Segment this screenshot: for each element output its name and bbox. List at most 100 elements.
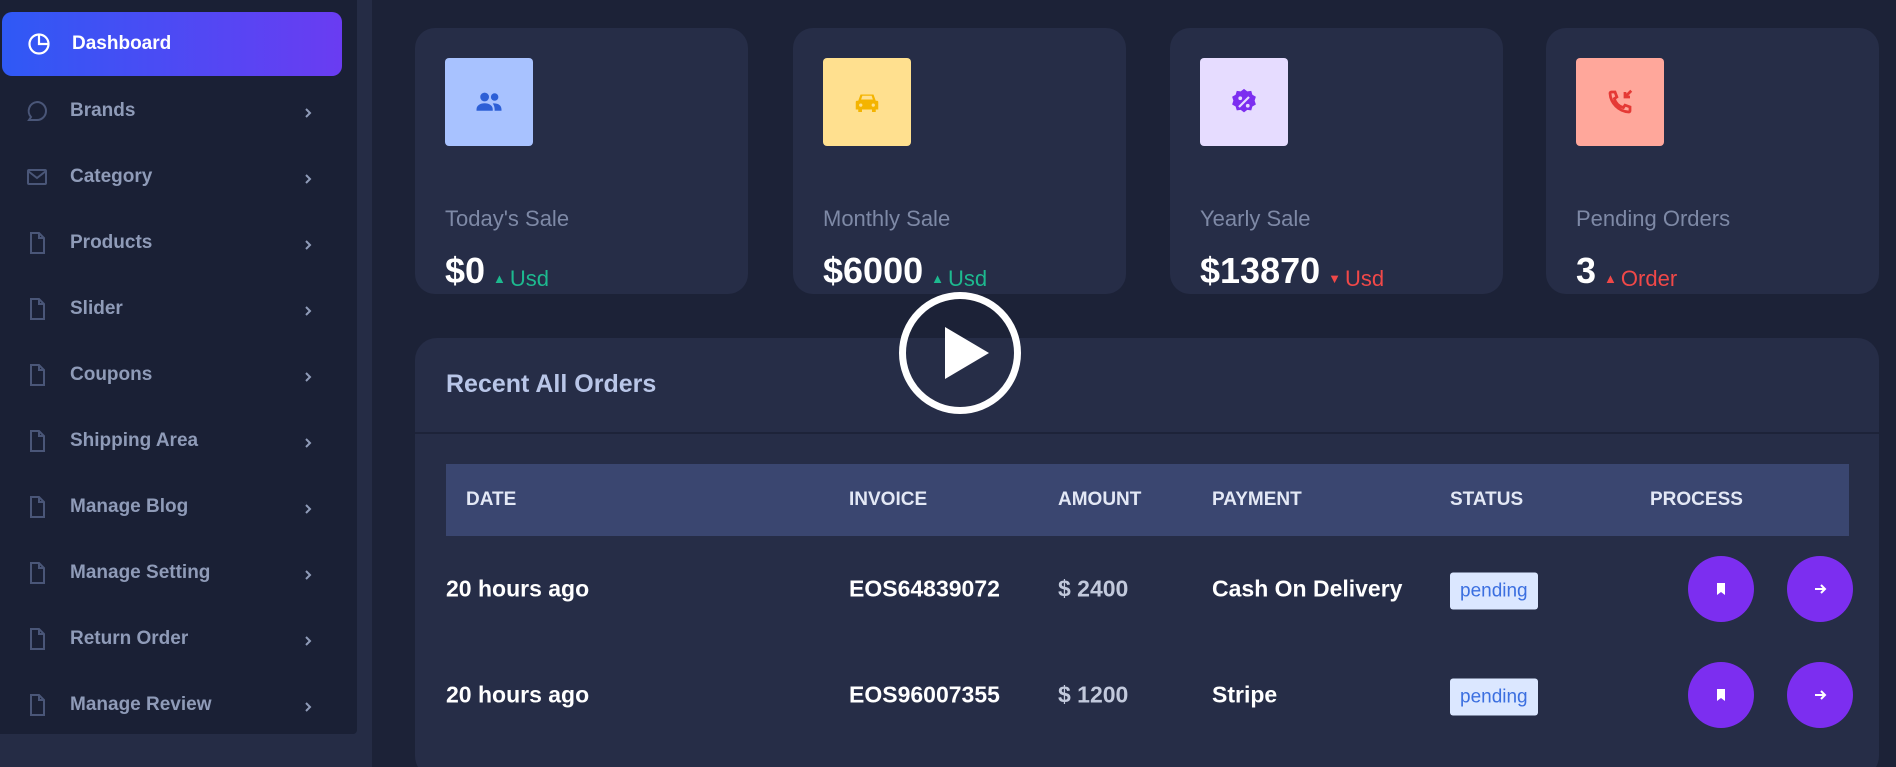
- sidebar-item-label: Products: [70, 232, 153, 253]
- sidebar-item-label: Slider: [70, 298, 123, 319]
- file-icon: [24, 494, 50, 520]
- divider: [415, 432, 1879, 434]
- file-icon: [24, 626, 50, 652]
- trend-indicator: ▲ Usd: [493, 266, 549, 292]
- sidebar-item-label: Manage Review: [70, 694, 212, 715]
- play-video-button[interactable]: [899, 292, 1021, 414]
- column-header-date: DATE: [466, 489, 517, 510]
- bookmark-icon: [1717, 689, 1725, 701]
- sidebar-item-manage-blog[interactable]: Manage Blog: [0, 474, 357, 540]
- sidebar-item-return-order[interactable]: Return Order: [0, 606, 357, 672]
- car-icon: [823, 58, 911, 146]
- file-icon: [24, 560, 50, 586]
- stat-value: $0: [445, 250, 486, 291]
- order-date: 20 hours ago: [446, 575, 590, 602]
- stat-value: $6000: [823, 250, 924, 291]
- sidebar-item-coupons[interactable]: Coupons: [0, 342, 357, 408]
- sidebar: Dashboard Brands Category Products Slide…: [0, 0, 357, 734]
- chevron-right-icon: [301, 434, 315, 448]
- sidebar-item-category[interactable]: Category: [0, 144, 357, 210]
- order-payment: Stripe: [1212, 681, 1278, 708]
- trend-unit: Usd: [947, 265, 988, 291]
- panel-title: Recent All Orders: [446, 370, 657, 398]
- chevron-right-icon: [301, 104, 315, 118]
- table-row: 20 hours ago EOS64839072 $ 2400 Cash On …: [446, 536, 1853, 642]
- sidebar-item-label: Category: [70, 166, 153, 187]
- stat-label: Today's Sale: [445, 206, 570, 231]
- table-header: DATE INVOICE AMOUNT PAYMENT STATUS PROCE…: [446, 464, 1849, 536]
- pie-chart-icon: [26, 31, 52, 57]
- trend-unit: Usd: [1345, 265, 1385, 291]
- chevron-right-icon: [301, 566, 315, 580]
- chevron-right-icon: [301, 632, 315, 646]
- chevron-right-icon: [301, 368, 315, 382]
- status-badge-cell: pending: [1450, 678, 1538, 716]
- stat-card-yearly-sale: Yearly Sale $13870 ▼ Usd: [1170, 28, 1503, 294]
- sidebar-item-label: Brands: [70, 100, 136, 121]
- sidebar-item-label: Return Order: [70, 628, 189, 649]
- status-badge: pending: [1450, 678, 1538, 716]
- column-header-payment: PAYMENT: [1212, 489, 1302, 510]
- stat-card-todays-sale: Today's Sale $0 ▲ Usd: [415, 28, 748, 294]
- stat-card-pending-orders: Pending Orders 3 ▲ Order: [1546, 28, 1879, 294]
- stat-label: Yearly Sale: [1200, 206, 1311, 231]
- column-header-invoice: INVOICE: [849, 489, 928, 510]
- sidebar-item-label: Coupons: [70, 364, 153, 385]
- file-icon: [24, 230, 50, 256]
- file-icon: [24, 428, 50, 454]
- trend-unit: Usd: [509, 265, 550, 291]
- chevron-right-icon: [301, 170, 315, 184]
- view-order-button[interactable]: [1688, 556, 1754, 622]
- chevron-right-icon: [301, 500, 315, 514]
- phone-incoming-icon: [1576, 58, 1664, 146]
- stat-value: $13870: [1200, 250, 1321, 291]
- users-icon: [445, 58, 533, 146]
- mail-icon: [24, 164, 50, 190]
- sidebar-item-manage-review[interactable]: Manage Review: [0, 672, 357, 738]
- process-order-button[interactable]: [1787, 556, 1853, 622]
- discount-icon: [1200, 58, 1288, 146]
- file-icon: [24, 362, 50, 388]
- arrow-right-icon: [1815, 690, 1827, 700]
- recent-orders-panel: Recent All Orders DATE INVOICE AMOUNT PA…: [415, 338, 1879, 767]
- status-badge: pending: [1450, 572, 1538, 610]
- stat-label: Pending Orders: [1576, 206, 1731, 231]
- order-invoice: EOS96007355: [849, 681, 1000, 708]
- file-icon: [24, 692, 50, 718]
- trend-indicator: ▲ Order: [1604, 266, 1677, 292]
- sidebar-item-label: Manage Blog: [70, 496, 189, 517]
- sidebar-item-slider[interactable]: Slider: [0, 276, 357, 342]
- trend-indicator: ▼ Usd: [1328, 266, 1384, 292]
- order-payment: Cash On Delivery: [1212, 575, 1403, 602]
- sidebar-item-manage-setting[interactable]: Manage Setting: [0, 540, 357, 606]
- chevron-right-icon: [301, 302, 315, 316]
- view-order-button[interactable]: [1688, 662, 1754, 728]
- chevron-right-icon: [301, 698, 315, 712]
- caret-down-icon: ▼: [1328, 271, 1342, 286]
- sidebar-item-label: Shipping Area: [70, 430, 199, 451]
- caret-up-icon: ▲: [493, 271, 506, 286]
- file-icon: [24, 296, 50, 322]
- status-badge-cell: pending: [1450, 572, 1538, 610]
- process-order-button[interactable]: [1787, 662, 1853, 728]
- column-header-status: STATUS: [1450, 489, 1524, 510]
- sidebar-item-products[interactable]: Products: [0, 210, 357, 276]
- order-amount: $ 2400: [1058, 575, 1129, 602]
- trend-unit: Order: [1620, 265, 1678, 291]
- caret-up-icon: ▲: [1604, 271, 1617, 286]
- table-row: 20 hours ago EOS96007355 $ 1200 Stripe p…: [446, 642, 1853, 748]
- play-icon: [945, 327, 989, 379]
- stat-label: Monthly Sale: [823, 206, 951, 231]
- chevron-right-icon: [301, 236, 315, 250]
- order-invoice: EOS64839072: [849, 575, 1000, 602]
- trend-indicator: ▲ Usd: [931, 266, 987, 292]
- sidebar-item-shipping-area[interactable]: Shipping Area: [0, 408, 357, 474]
- stat-card-monthly-sale: Monthly Sale $6000 ▲ Usd: [793, 28, 1126, 294]
- stat-value: 3: [1576, 250, 1597, 291]
- sidebar-item-label: Dashboard: [72, 33, 172, 54]
- sidebar-item-dashboard[interactable]: Dashboard: [2, 12, 342, 76]
- sidebar-item-brands[interactable]: Brands: [0, 78, 357, 144]
- caret-up-icon: ▲: [931, 271, 944, 286]
- arrow-right-icon: [1815, 584, 1827, 594]
- chat-icon: [24, 98, 50, 124]
